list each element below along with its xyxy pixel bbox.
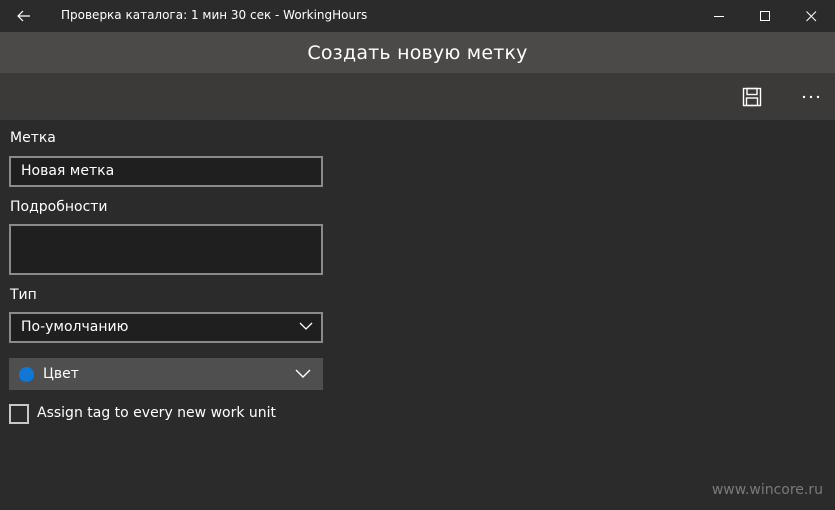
type-dropdown[interactable]: По-умолчанию [9, 312, 323, 343]
tag-name-value: Новая метка [21, 163, 115, 179]
chevron-down-icon [299, 322, 313, 330]
type-selected-value: По-умолчанию [21, 319, 129, 335]
close-button[interactable] [788, 0, 834, 32]
save-icon [742, 87, 762, 106]
details-label: Подробности [10, 199, 108, 215]
title-bar: Проверка каталога: 1 мин 30 сек - Workin… [0, 0, 835, 32]
color-swatch [19, 367, 34, 382]
type-label: Тип [10, 287, 37, 303]
minimize-button[interactable] [696, 0, 742, 32]
tag-label: Метка [10, 130, 56, 146]
page-header: Создать новую метку [0, 32, 835, 73]
tag-name-input[interactable]: Новая метка [9, 156, 323, 187]
maximize-icon [759, 10, 770, 21]
page-title: Создать новую метку [307, 41, 528, 64]
window-title: Проверка каталога: 1 мин 30 сек - Workin… [61, 8, 368, 22]
assign-tag-checkbox[interactable] [9, 404, 29, 424]
color-picker-button[interactable]: Цвет [9, 358, 323, 390]
save-button[interactable] [728, 73, 776, 120]
back-button[interactable] [0, 0, 48, 32]
minimize-icon [713, 15, 724, 17]
more-options-button[interactable] [788, 73, 834, 120]
chevron-down-icon [295, 369, 311, 378]
assign-tag-label[interactable]: Assign tag to every new work unit [37, 405, 276, 421]
close-icon [805, 10, 816, 21]
details-input[interactable] [9, 224, 323, 275]
command-bar [0, 73, 835, 120]
watermark: www.wincore.ru [711, 482, 823, 498]
back-arrow-icon [17, 10, 30, 22]
color-label: Цвет [43, 366, 79, 382]
maximize-button[interactable] [742, 0, 788, 32]
more-icon [802, 95, 820, 98]
app-window: Проверка каталога: 1 мин 30 сек - Workin… [0, 0, 835, 510]
